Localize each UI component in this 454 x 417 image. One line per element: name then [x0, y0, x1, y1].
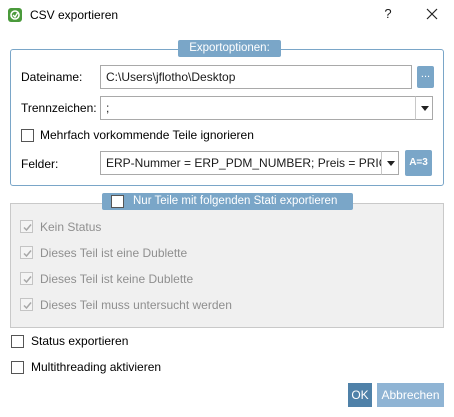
- chevron-down-icon: [387, 161, 395, 166]
- status-not-duplicate-checkbox[interactable]: [20, 272, 33, 285]
- status-duplicate-checkbox[interactable]: [20, 246, 33, 259]
- ignore-duplicates-label: Mehrfach vorkommende Teile ignorieren: [40, 128, 254, 142]
- status-filter-legend: Nur Teile mit folgenden Stati exportiere…: [102, 193, 353, 210]
- close-icon[interactable]: [424, 5, 440, 23]
- multithreading-checkbox[interactable]: [11, 361, 24, 374]
- chevron-down-icon: [421, 106, 429, 111]
- status-duplicate-label: Dieses Teil ist eine Dublette: [40, 246, 188, 260]
- status-not-duplicate-label: Dieses Teil ist keine Dublette: [40, 272, 194, 286]
- separator-select[interactable]: ;: [100, 96, 416, 120]
- fields-label: Felder:: [21, 157, 59, 171]
- window-title: CSV exportieren: [30, 8, 119, 22]
- checkmark-icon: [23, 302, 32, 310]
- app-icon: [8, 8, 22, 22]
- fields-select[interactable]: ERP-Nummer = ERP_PDM_NUMBER; Preis = PRI…: [100, 151, 382, 175]
- cancel-button[interactable]: Abbrechen: [377, 383, 444, 407]
- ok-button[interactable]: OK: [348, 383, 372, 407]
- multithreading-label: Multithreading aktivieren: [31, 360, 162, 374]
- filename-input[interactable]: C:\Users\jflotho\Desktop: [100, 65, 412, 89]
- fields-dropdown-button[interactable]: [381, 151, 399, 175]
- checkmark-icon: [23, 250, 32, 258]
- field-mapping-button[interactable]: A=3: [405, 150, 432, 176]
- status-filter-checkbox[interactable]: [111, 195, 124, 208]
- title-bar: CSV exportieren ?: [0, 0, 454, 30]
- separator-label: Trennzeichen:: [21, 101, 97, 115]
- export-status-checkbox[interactable]: [11, 335, 24, 348]
- export-status-label: Status exportieren: [31, 334, 129, 348]
- separator-dropdown-button[interactable]: [415, 96, 433, 120]
- export-options-legend: Exportoptionen:: [178, 40, 281, 57]
- help-button[interactable]: ?: [380, 6, 396, 24]
- checkmark-icon: [23, 224, 32, 232]
- filename-label: Dateiname:: [21, 70, 83, 84]
- status-no-status-checkbox[interactable]: [20, 220, 33, 233]
- status-no-status-label: Kein Status: [40, 220, 102, 234]
- status-needs-review-label: Dieses Teil muss untersucht werden: [40, 298, 232, 312]
- checkmark-icon: [23, 276, 32, 284]
- status-needs-review-checkbox[interactable]: [20, 298, 33, 311]
- ignore-duplicates-checkbox[interactable]: [21, 129, 34, 142]
- browse-button[interactable]: ...: [417, 66, 434, 88]
- status-filter-label: Nur Teile mit folgenden Stati exportiere…: [133, 195, 338, 207]
